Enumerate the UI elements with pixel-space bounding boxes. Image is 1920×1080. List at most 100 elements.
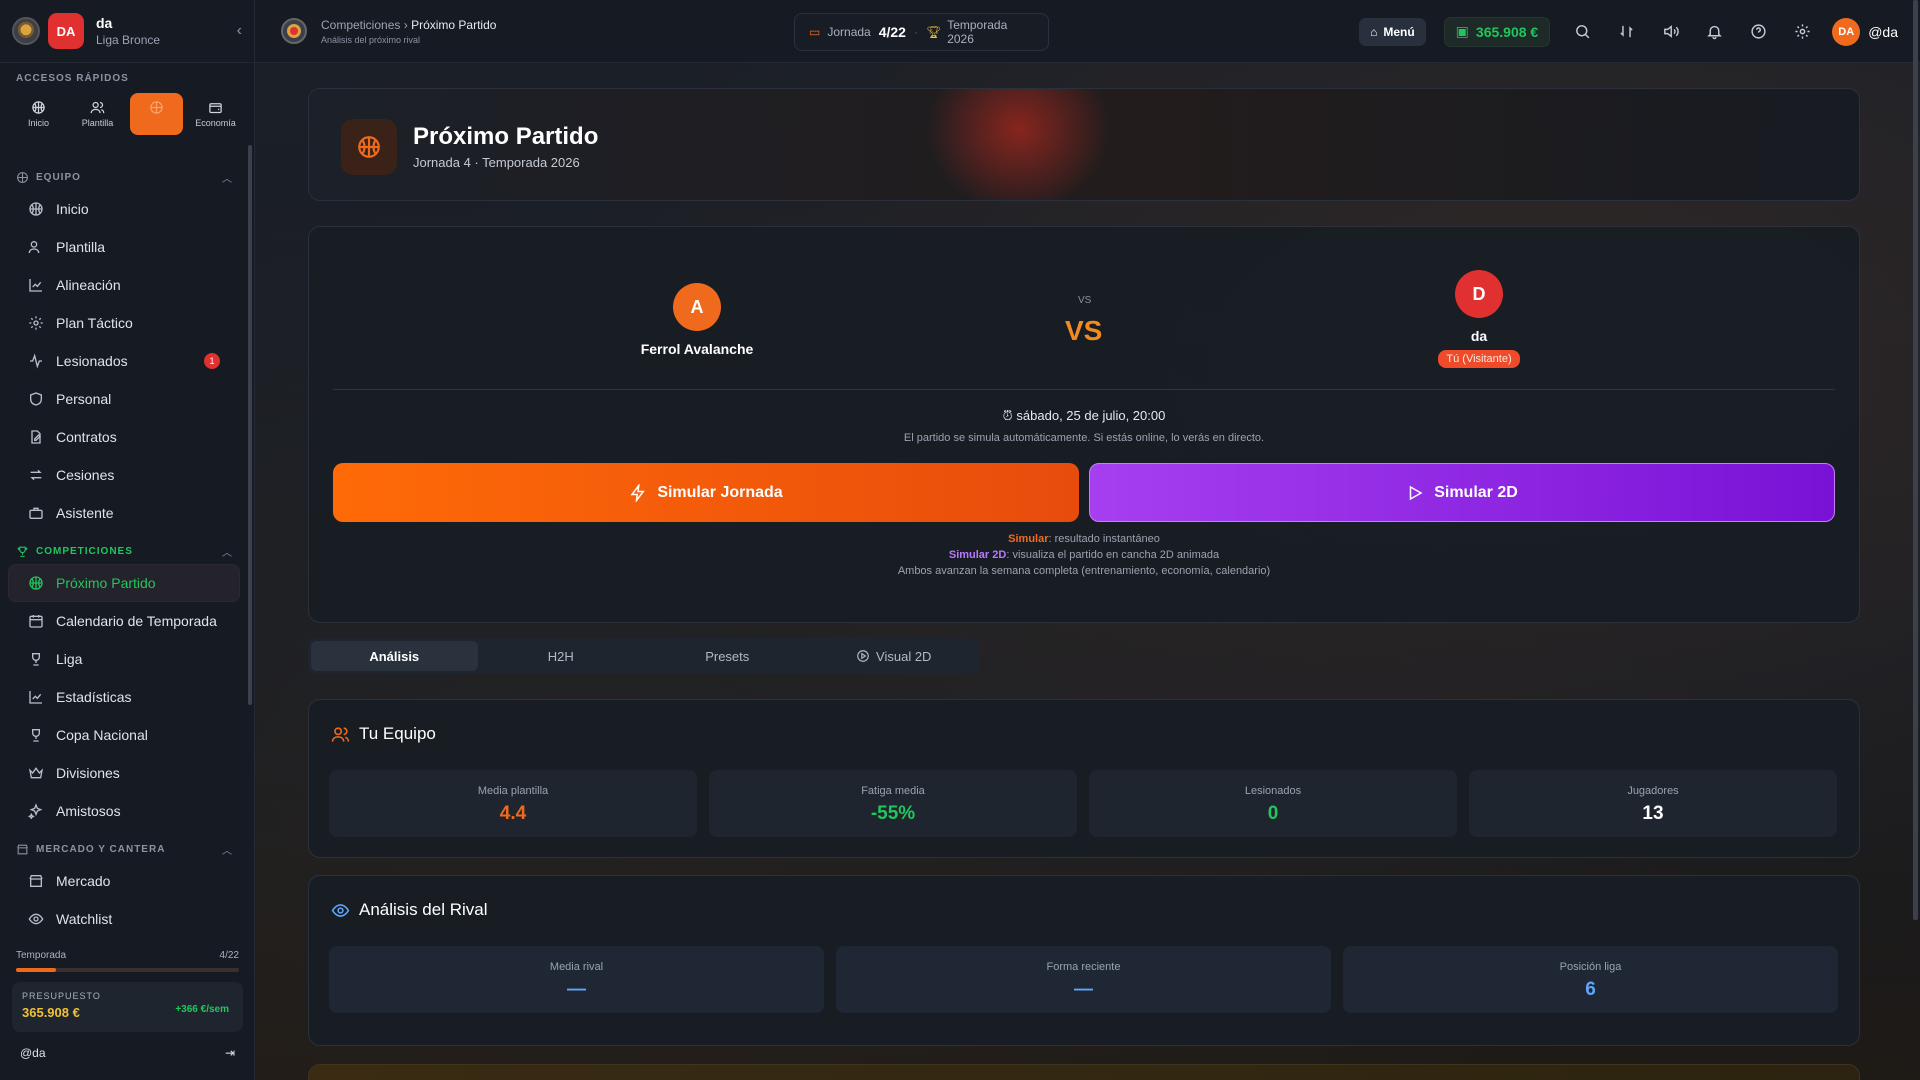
sidebar-item-cesiones[interactable]: Cesiones (8, 456, 240, 494)
pulse-icon (30, 353, 42, 369)
tab-label: Análisis (369, 648, 420, 664)
tab-analisis[interactable]: Análisis (311, 641, 478, 671)
legend-sim-key: Simular (1008, 533, 1049, 545)
sidebar-item-alineacion[interactable]: Alineación (8, 266, 240, 304)
search-button[interactable] (1560, 23, 1604, 40)
document-edit-icon (31, 430, 41, 444)
quick-partido-button[interactable]: Partido (130, 93, 183, 135)
stat-label: Posición liga (1559, 961, 1622, 973)
shield-icon (30, 392, 42, 406)
sidebar-item-label: Mercado (56, 873, 111, 889)
away-team-crest: D (1455, 270, 1503, 318)
jornada-indicator[interactable]: ▭ Jornada 4/22 · 🏆︎ Temporada 2026 (794, 13, 1049, 51)
quick-access: Inicio Plantilla Partido Economía (12, 93, 242, 135)
menu-button[interactable]: ⌂ Menú (1359, 17, 1426, 46)
transfer-icon (30, 469, 42, 481)
sidebar-footer: Temporada 4/22 Presupuesto 365.908 € +36… (0, 938, 255, 1060)
your-team-title-text: Tu Equipo (359, 724, 436, 743)
breadcrumb-subtitle: Análisis del próximo rival (321, 34, 421, 45)
balance-value: 365.908 € (1475, 23, 1539, 40)
quick-plantilla-button[interactable]: Plantilla (71, 93, 124, 135)
sidebar-item-label: Divisiones (56, 765, 120, 781)
user-handle: @da (1868, 23, 1898, 40)
balance-button[interactable]: ▣ 365.908 € (1443, 16, 1551, 47)
settings-button[interactable] (1780, 23, 1824, 40)
calendar-icon (29, 615, 43, 628)
sidebar-item-liga[interactable]: Liga (8, 640, 240, 678)
breadcrumb-parent[interactable]: Competiciones (321, 18, 400, 32)
club-avatar: DA (48, 13, 84, 49)
sidebar-item-personal[interactable]: Personal (8, 380, 240, 418)
sidebar-item-lesionados[interactable]: Lesionados 1 (8, 342, 240, 380)
users-icon (90, 101, 105, 114)
sidebar-item-mercado[interactable]: Mercado (8, 862, 240, 900)
group-title: Competiciones (36, 545, 133, 557)
basketball-icon (150, 101, 163, 114)
breadcrumb-current: Próximo Partido (411, 17, 497, 32)
sidebar-item-plantilla[interactable]: Plantilla (8, 228, 240, 266)
group-title: Equipo (36, 171, 81, 183)
hero-icon-box (341, 119, 397, 175)
help-button[interactable] (1736, 23, 1780, 40)
sidebar-item-copa-nacional[interactable]: Copa Nacional (8, 716, 240, 754)
sidebar-item-estadisticas[interactable]: Estadísticas (8, 678, 240, 716)
calendar-icon: ▭ (809, 25, 821, 39)
sidebar-item-asistente[interactable]: Asistente (8, 494, 240, 532)
breadcrumb: Competiciones › Próximo Partido Análisis… (321, 18, 496, 45)
analysis-tabs: Análisis H2H Presets Visual 2D (308, 638, 980, 674)
stat-label: Media rival (549, 961, 604, 973)
sidebar-item-plan-tactico[interactable]: Plan Táctico (8, 304, 240, 342)
search-icon (1575, 25, 1590, 39)
transfers-button[interactable] (1604, 23, 1648, 40)
sound-button[interactable] (1648, 23, 1692, 40)
group-mercado-header[interactable]: Mercado y cantera ︿ (0, 836, 248, 862)
basketball-icon (29, 576, 43, 590)
play-icon (1409, 485, 1423, 500)
stat-label: Forma reciente (1046, 961, 1121, 973)
group-competiciones-header[interactable]: Competiciones ︿ (0, 538, 248, 564)
trophy-icon: 🏆︎ (925, 25, 942, 39)
home-team-crest: A (673, 283, 721, 331)
quick-economia-button[interactable]: Economía (189, 93, 242, 135)
logout-icon[interactable]: ⇥ (225, 1046, 235, 1060)
sidebar-item-label: Plantilla (56, 239, 106, 255)
simulate-jornada-button[interactable]: Simular Jornada (333, 463, 1079, 522)
vs-label: VS (1065, 315, 1103, 346)
budget-card: Presupuesto 365.908 € +366 €/sem (12, 982, 243, 1032)
play-circle-icon (857, 650, 869, 662)
sidebar-item-label: Copa Nacional (56, 727, 148, 743)
budget-weekly: +366 €/sem (175, 1004, 229, 1015)
sidebar-item-amistosos[interactable]: Amistosos (8, 792, 240, 830)
sidebar-item-calendario[interactable]: Calendario de Temporada (8, 602, 240, 640)
sidebar-item-divisiones[interactable]: Divisiones (8, 754, 240, 792)
sidebar-item-label: Inicio (56, 201, 89, 217)
simulate-2d-button[interactable]: Simular 2D (1089, 463, 1835, 522)
trophy-icon (32, 729, 40, 742)
home-team: A Ferrol Avalanche (597, 283, 797, 357)
basketball-icon (29, 202, 43, 216)
season-progress-fill (16, 968, 57, 972)
group-equipo-header[interactable]: Equipo ︿ (0, 164, 248, 190)
user-handle: @da (20, 1046, 46, 1060)
user-menu[interactable]: DA @da (1832, 17, 1898, 46)
quick-inicio-button[interactable]: Inicio (12, 93, 65, 135)
sidebar-item-label: Próximo Partido (56, 575, 156, 591)
sidebar-item-inicio[interactable]: Inicio (8, 190, 240, 228)
chevron-up-icon: ︿ (222, 845, 232, 857)
tab-presets[interactable]: Presets (644, 641, 811, 671)
basketball-icon (17, 171, 28, 183)
sidebar-item-proximo-partido[interactable]: Próximo Partido (8, 564, 240, 602)
simulate-2d-label: Simular 2D (1434, 483, 1518, 501)
sidebar-item-watchlist[interactable]: Watchlist (8, 900, 240, 938)
tab-h2h[interactable]: H2H (478, 641, 645, 671)
stat-value: -55% (870, 803, 916, 824)
eye-icon (28, 913, 44, 925)
page-scrollbar[interactable] (1913, 0, 1918, 920)
collapse-sidebar-icon[interactable]: ‹ (237, 22, 242, 40)
club-name: da (96, 15, 113, 31)
notifications-button[interactable] (1692, 23, 1736, 40)
page-subtitle: Jornada 4 · Temporada 2026 (413, 155, 580, 170)
sidebar-item-contratos[interactable]: Contratos (8, 418, 240, 456)
sidebar-scrollbar[interactable] (248, 145, 252, 705)
tab-visual-2d[interactable]: Visual 2D (811, 641, 978, 671)
